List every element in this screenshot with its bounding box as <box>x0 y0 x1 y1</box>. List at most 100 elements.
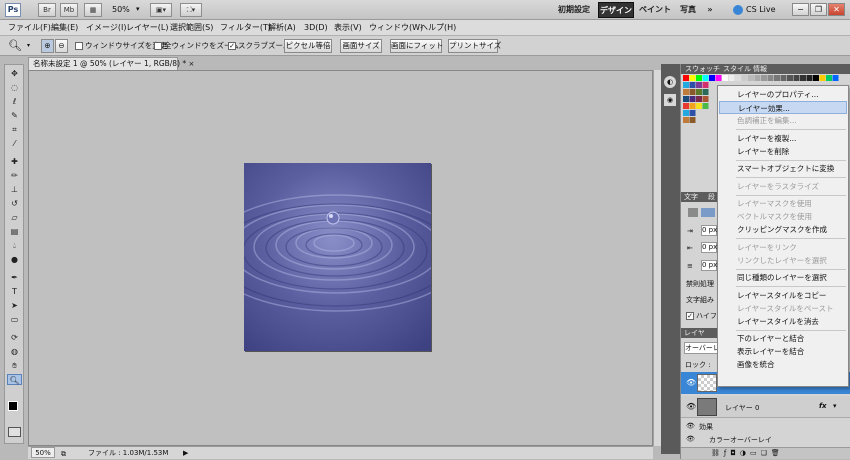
blend-mode-select[interactable]: オーバーレ <box>684 342 720 354</box>
align-center-icon[interactable] <box>701 208 715 217</box>
status-menu-arrow-icon[interactable]: ▶ <box>183 447 188 459</box>
blur-tool-icon[interactable]: 💧︎ <box>7 240 22 251</box>
collapse-effects-icon[interactable]: ▾ <box>833 402 837 410</box>
quick-select-tool-icon[interactable]: ✎ <box>7 110 22 121</box>
menu-file[interactable]: ファイル(F) <box>8 20 51 36</box>
quick-mask-icon[interactable] <box>8 427 21 437</box>
cs-live-menu[interactable]: CS Live <box>746 5 776 14</box>
canvas-image-water-ripple[interactable] <box>244 163 431 351</box>
eraser-tool-icon[interactable]: ▱ <box>7 212 22 223</box>
hyphenate-checkbox[interactable]: ✓ ハイフ <box>686 311 717 321</box>
screen-size-button[interactable]: 画面サイズ <box>340 39 382 53</box>
tab-paragraph[interactable]: 段 <box>708 192 715 202</box>
clone-stamp-tool-icon[interactable]: ⊥ <box>7 184 22 195</box>
swatch[interactable] <box>754 75 761 81</box>
zoom-tool-icon[interactable]: 🔍︎ <box>8 39 22 52</box>
mini-bridge-button[interactable]: Mb <box>60 3 78 17</box>
space-before-field[interactable]: 0 px <box>701 242 717 253</box>
swatch[interactable] <box>696 82 702 88</box>
swatch[interactable] <box>683 89 689 95</box>
color-panel-icon[interactable]: ◐ <box>664 76 676 88</box>
swatch[interactable] <box>702 75 709 81</box>
swatch[interactable] <box>696 75 702 81</box>
swatch[interactable] <box>683 110 689 116</box>
restore-button[interactable]: ❐ <box>810 3 827 16</box>
swatch[interactable] <box>709 75 715 81</box>
3d-orbit-tool-icon[interactable]: ◍ <box>7 346 22 357</box>
indent-left-field[interactable]: 0 px <box>701 225 717 236</box>
extras-grid-button[interactable]: ▦ <box>84 3 102 17</box>
swatch[interactable] <box>806 75 813 81</box>
eye-icon[interactable]: 👁︎ <box>686 402 696 411</box>
zoom-level-select[interactable]: 50% <box>112 5 130 14</box>
align-left-icon[interactable] <box>688 208 698 217</box>
swatch[interactable] <box>702 82 709 88</box>
swatch[interactable] <box>767 75 774 81</box>
move-tool-icon[interactable]: ✥ <box>7 68 22 79</box>
layer-row-layer0[interactable]: 👁︎ レイヤー 0 fx ▾ <box>681 396 850 418</box>
space-after-field[interactable]: 0 px <box>701 260 717 271</box>
screen-mode-button[interactable]: ⛶▾ <box>180 3 202 17</box>
context-menu-item[interactable]: レイヤーマスクを使用 <box>719 197 847 210</box>
zoom-in-icon[interactable]: ⊕ <box>41 39 54 53</box>
trash-icon[interactable]: 🗑︎ <box>771 449 784 457</box>
vertical-scrollbar[interactable] <box>653 70 661 446</box>
chevron-down-icon[interactable]: ▾ <box>136 5 140 13</box>
swatch[interactable] <box>696 103 702 109</box>
swatch[interactable] <box>683 117 689 123</box>
marquee-tool-icon[interactable]: ◌ <box>7 82 22 93</box>
path-selection-tool-icon[interactable]: ➤ <box>7 300 22 311</box>
zoom-tool-icon-active[interactable]: 🔍︎ <box>7 374 22 385</box>
menu-image[interactable]: イメージ(I) <box>86 20 126 36</box>
menu-window[interactable]: ウィンドウ(W) <box>369 20 423 36</box>
context-menu-item[interactable]: 表示レイヤーを結合 <box>719 345 847 358</box>
swatch[interactable] <box>748 75 754 81</box>
context-menu-item[interactable]: クリッピングマスクを作成 <box>719 223 847 236</box>
zoom-all-windows-checkbox[interactable]: 全ウィンドウをズーム <box>154 41 239 51</box>
tab-character[interactable]: 文字 <box>684 192 698 202</box>
swatch[interactable] <box>702 103 709 109</box>
add-mask-icon[interactable]: ◘ <box>730 449 740 457</box>
scrubby-zoom-checkbox[interactable]: ✓ スクラブズーム <box>228 41 290 51</box>
swatch[interactable] <box>793 75 800 81</box>
swatch[interactable] <box>813 75 819 81</box>
swatch[interactable] <box>787 75 793 81</box>
swatch[interactable] <box>689 96 696 102</box>
context-menu-item[interactable]: 同じ種類のレイヤーを選択 <box>719 271 847 284</box>
menu-filter[interactable]: フィルター(T) <box>220 20 271 36</box>
workspace-paint[interactable]: ペイント <box>638 2 672 18</box>
lasso-tool-icon[interactable]: ℓ <box>7 96 22 107</box>
workspace-photo[interactable]: 写真 <box>676 2 700 18</box>
eye-icon[interactable]: 👁︎ <box>686 422 695 430</box>
tab-info[interactable]: 情報 <box>753 64 767 74</box>
context-menu-item[interactable]: ベクトルマスクを使用 <box>719 210 847 223</box>
swatch[interactable] <box>689 117 696 123</box>
swatch[interactable] <box>683 96 689 102</box>
history-brush-tool-icon[interactable]: ↺ <box>7 198 22 209</box>
eyedropper-tool-icon[interactable]: ⁄ <box>7 138 22 149</box>
swatch[interactable] <box>683 82 689 88</box>
swatch[interactable] <box>696 96 702 102</box>
menu-select[interactable]: 選択範囲(S) <box>170 20 213 36</box>
menu-view[interactable]: 表示(V) <box>334 20 362 36</box>
healing-brush-tool-icon[interactable]: ✚ <box>7 156 22 167</box>
swatch[interactable] <box>728 75 735 81</box>
tool-preset-dropdown[interactable]: ▾ <box>27 42 30 49</box>
context-menu-item[interactable]: レイヤーのプロパティ... <box>719 88 847 101</box>
eye-icon[interactable]: 👁︎ <box>686 378 696 387</box>
context-menu-item[interactable]: レイヤースタイルを消去 <box>719 315 847 328</box>
hand-tool-icon[interactable]: ✋︎ <box>7 360 22 371</box>
swatch[interactable] <box>735 75 741 81</box>
context-menu-item[interactable]: レイヤーをリンク <box>719 241 847 254</box>
more-workspaces-button[interactable]: » <box>702 2 718 18</box>
menu-edit[interactable]: 編集(E) <box>51 20 78 36</box>
swatch[interactable] <box>774 75 780 81</box>
gradient-tool-icon[interactable]: ▤ <box>7 226 22 237</box>
context-menu-item[interactable]: 色調補正を編集... <box>719 114 847 127</box>
context-menu-item[interactable]: リンクしたレイヤーを選択 <box>719 254 847 267</box>
link-layers-icon[interactable]: ⛓ <box>711 449 724 457</box>
zoom-out-icon[interactable]: ⊖ <box>55 39 68 53</box>
swatch[interactable] <box>715 75 722 81</box>
foreground-color-swatch[interactable] <box>8 401 18 411</box>
swatch[interactable] <box>689 75 696 81</box>
